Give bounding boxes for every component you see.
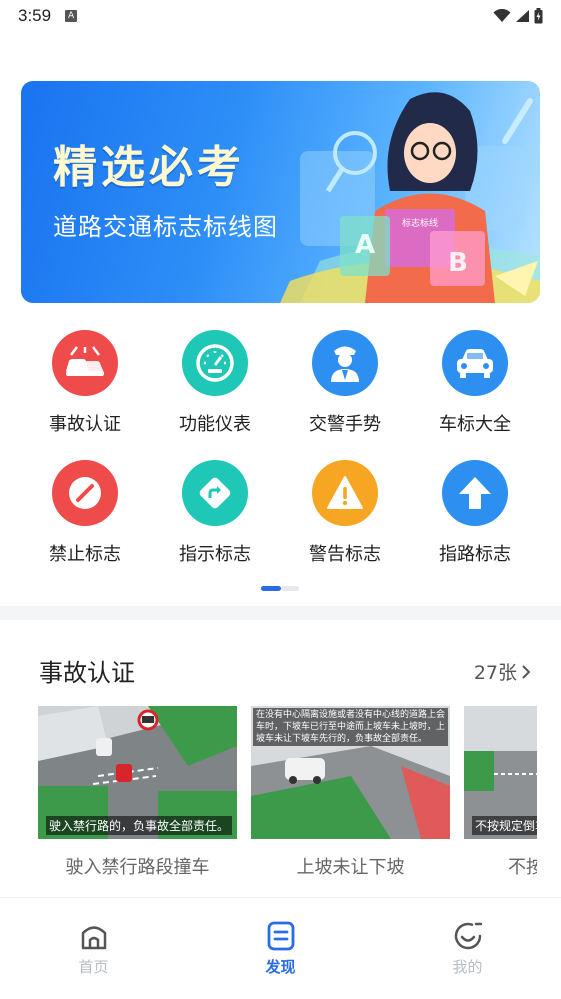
- banner-title: 精选必考: [53, 142, 245, 193]
- pager-indicator: [261, 586, 299, 591]
- tab-label: 我的: [452, 958, 483, 976]
- feature-label: 事故认证: [49, 414, 121, 435]
- feature-label: 功能仪表: [179, 414, 251, 435]
- promo-banner[interactable]: 精选必考 道路交通标志标线图 标志标线 A B: [21, 81, 540, 303]
- tab-profile[interactable]: 我的: [374, 898, 561, 999]
- notification-icon: A: [65, 10, 78, 22]
- feature-police-gestures[interactable]: 交警手势: [280, 330, 410, 436]
- card-title: 上坡未让下坡: [296, 857, 405, 878]
- feature-label: 车标大全: [439, 414, 511, 435]
- warning-sign-icon: [312, 460, 378, 526]
- card-title: 不按: [508, 857, 537, 878]
- chevron-right-icon: [522, 664, 531, 679]
- bottom-tab-bar: 首页 发现 我的: [0, 897, 561, 999]
- feature-label: 禁止标志: [49, 544, 121, 565]
- tab-discover[interactable]: 发现: [187, 898, 374, 999]
- wifi-icon: [493, 9, 511, 22]
- battery-icon: [534, 8, 543, 24]
- accident-card-list: 驶入禁行路的，负事故全部责任。 驶入禁行路段撞车 在没有中心隔离设施或者没有中心…: [38, 706, 537, 886]
- pager-dot-active: [261, 586, 281, 591]
- prohibition-sign-icon: [52, 460, 118, 526]
- feature-guide-signs[interactable]: 指路标志: [410, 460, 540, 566]
- card-caption: 驶入禁行路的，负事故全部责任。: [46, 816, 233, 835]
- pager-dot: [281, 586, 299, 591]
- feature-indication-signs[interactable]: 指示标志: [150, 460, 280, 566]
- accident-card[interactable]: 不按规定倒车 不按: [464, 706, 537, 879]
- card-title: 驶入禁行路段撞车: [65, 857, 210, 878]
- feature-accident-cert[interactable]: 事故认证: [20, 330, 150, 436]
- accident-card[interactable]: 在没有中心隔离设施或者没有中心线的道路上会车时，下坡车已行至中途而上坡车未上坡时…: [251, 706, 450, 879]
- feature-prohibition-signs[interactable]: 禁止标志: [20, 460, 150, 566]
- banner-illustration: 标志标线 A B: [280, 92, 540, 303]
- board-label: 标志标线: [402, 217, 438, 229]
- arrow-up-icon: [442, 460, 508, 526]
- section-more-link[interactable]: 27张: [474, 658, 531, 685]
- accident-card[interactable]: 驶入禁行路的，负事故全部责任。 驶入禁行路段撞车: [38, 706, 237, 879]
- gauge-icon: [182, 330, 248, 396]
- discover-icon: [267, 921, 294, 951]
- feature-label: 指路标志: [439, 544, 511, 565]
- banner-subtitle: 道路交通标志标线图: [53, 213, 278, 241]
- feature-car-logos[interactable]: 车标大全: [410, 330, 540, 436]
- profile-icon: [454, 922, 482, 950]
- card-thumbnail: 驶入禁行路的，负事故全部责任。: [38, 706, 237, 839]
- car-crash-icon: [52, 330, 118, 396]
- direction-sign-icon: [182, 460, 248, 526]
- tab-home[interactable]: 首页: [0, 898, 187, 999]
- card-top-caption: 在没有中心隔离设施或者没有中心线的道路上会车时，下坡车已行至中途而上坡车未上坡时…: [253, 708, 448, 746]
- tab-label: 发现: [265, 958, 296, 976]
- card-thumbnail: 在没有中心隔离设施或者没有中心线的道路上会车时，下坡车已行至中途而上坡车未上坡时…: [251, 706, 450, 839]
- tab-label: 首页: [78, 958, 109, 976]
- feature-gauges[interactable]: 功能仪表: [150, 330, 280, 436]
- feature-warning-signs[interactable]: 警告标志: [280, 460, 410, 566]
- car-icon: [442, 330, 508, 396]
- feature-label: 指示标志: [179, 544, 251, 565]
- signal-icon: [516, 10, 529, 22]
- card-thumbnail: 不按规定倒车: [464, 706, 537, 839]
- letter-b: B: [448, 248, 468, 278]
- section-title: 事故认证: [39, 659, 135, 687]
- home-icon: [81, 926, 106, 950]
- card-caption: 不按规定倒车: [472, 816, 537, 835]
- feature-grid: 事故认证 功能仪表 交警手势 车标大全 禁止标志 指示标志 警告标志 指路标志: [20, 330, 541, 566]
- traffic-police-icon: [312, 330, 378, 396]
- feature-label: 交警手势: [309, 414, 381, 435]
- section-divider: [0, 606, 561, 620]
- letter-a: A: [355, 230, 375, 260]
- feature-label: 警告标志: [309, 544, 381, 565]
- status-time: 3:59: [18, 6, 52, 25]
- status-bar: 3:59 A: [0, 0, 561, 32]
- section-count: 27张: [473, 662, 517, 684]
